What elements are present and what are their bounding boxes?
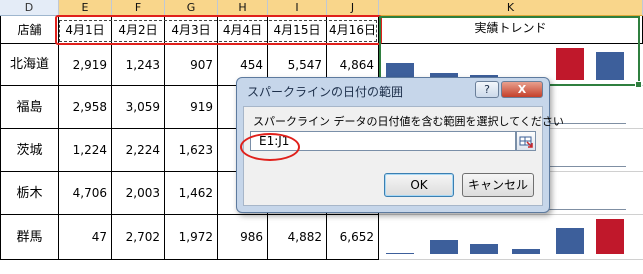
input-highlight-circle (240, 133, 300, 161)
column-header-g[interactable]: G (165, 0, 218, 16)
store-name-cell[interactable]: 北海道 (0, 44, 59, 86)
column-header-h[interactable]: H (218, 0, 268, 16)
cancel-button[interactable]: キャンセル (462, 173, 534, 197)
value-cell[interactable]: 1,224 (59, 129, 112, 172)
store-name-cell[interactable]: 福島 (0, 86, 59, 129)
range-select-icon (519, 136, 533, 148)
sparkline-bar (556, 228, 584, 254)
sparkline-bar (512, 249, 540, 254)
store-name-cell[interactable]: 群馬 (0, 215, 59, 260)
value-cell[interactable]: 4,882 (268, 215, 327, 260)
ok-button[interactable]: OK (384, 173, 454, 197)
value-cell[interactable]: 907 (165, 44, 218, 86)
column-header-d[interactable]: D (0, 0, 59, 16)
sparkline-bar (386, 253, 414, 254)
dialog-prompt: スパークライン データの日付値を含む範囲を選択してください (253, 115, 564, 128)
column-header-j[interactable]: J (327, 0, 379, 16)
collapse-dialog-button[interactable] (516, 131, 536, 151)
value-cell[interactable]: 6,652 (327, 215, 379, 260)
value-cell[interactable]: 2,224 (112, 129, 165, 172)
value-cell[interactable]: 2,702 (112, 215, 165, 260)
value-cell[interactable]: 47 (59, 215, 112, 260)
value-cell[interactable]: 3,059 (112, 86, 165, 129)
store-name-cell[interactable]: 栃木 (0, 172, 59, 215)
value-cell[interactable]: 1,462 (165, 172, 218, 215)
date-range-highlight (55, 15, 382, 45)
sparkline-bar (596, 219, 624, 254)
value-cell[interactable]: 986 (218, 215, 268, 260)
column-header-k[interactable]: K (379, 0, 643, 16)
value-cell[interactable]: 1,972 (165, 215, 218, 260)
value-cell[interactable]: 4,706 (59, 172, 112, 215)
value-cell[interactable]: 2,958 (59, 86, 112, 129)
value-cell[interactable]: 2,003 (112, 172, 165, 215)
column-header-f[interactable]: F (112, 0, 165, 16)
value-cell[interactable]: 1,623 (165, 129, 218, 172)
dialog-titlebar[interactable]: スパークラインの日付の範囲 ? X (237, 78, 549, 104)
dialog-title: スパークラインの日付の範囲 (247, 85, 404, 99)
selected-sparkline-cell (379, 16, 642, 88)
sparkline-bar (430, 240, 458, 254)
value-cell[interactable]: 919 (165, 86, 218, 129)
sparkline-bar (470, 244, 498, 254)
help-button[interactable]: ? (475, 81, 499, 98)
store-name-cell[interactable]: 茨城 (0, 129, 59, 172)
column-header-e[interactable]: E (59, 0, 112, 16)
store-header-cell[interactable]: 店舗 (0, 16, 59, 44)
fill-handle[interactable] (635, 81, 642, 88)
close-button[interactable]: X (501, 81, 543, 98)
value-cell[interactable]: 1,243 (112, 44, 165, 86)
value-cell[interactable]: 2,919 (59, 44, 112, 86)
column-header-i[interactable]: I (268, 0, 327, 16)
